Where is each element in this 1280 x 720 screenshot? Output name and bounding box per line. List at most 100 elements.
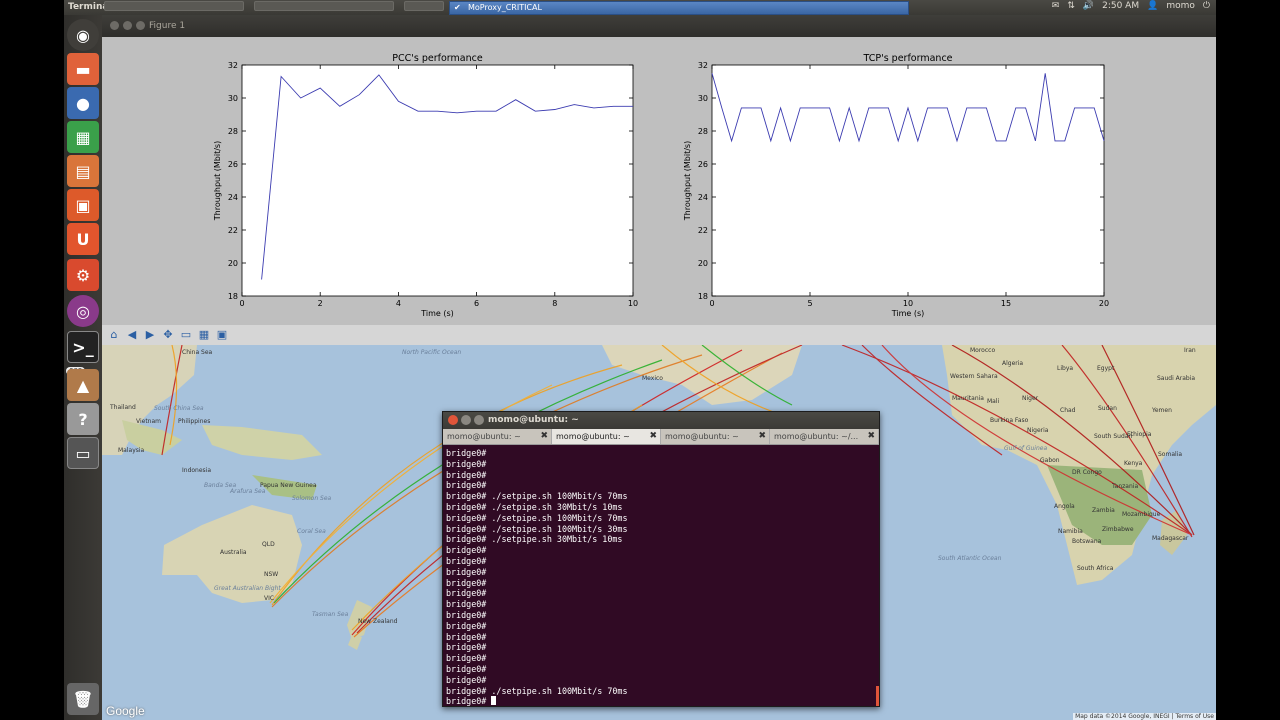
forward-icon[interactable]: ▶ — [143, 328, 157, 342]
back-icon[interactable]: ◀ — [125, 328, 139, 342]
close-icon[interactable] — [110, 21, 119, 30]
task-button[interactable] — [104, 1, 244, 11]
figure-title: Figure 1 — [149, 21, 186, 31]
disk-icon[interactable]: ◎ — [67, 295, 99, 327]
terminal-tab[interactable]: momo@ubuntu: ~/... ✖ — [770, 429, 879, 444]
x-tick-label: 15 — [1001, 299, 1011, 308]
map-label: Burkina Faso — [990, 417, 1029, 424]
x-axis-label: Time (s) — [420, 309, 454, 318]
terminal-output[interactable]: bridge0# bridge0# bridge0# bridge0# bridge0#… — [443, 446, 879, 706]
calc-icon[interactable]: ▦ — [67, 121, 99, 153]
y-tick-label: 22 — [698, 226, 708, 235]
help-icon[interactable]: ? — [67, 403, 99, 435]
terminal-line: bridge0# — [446, 480, 487, 491]
dash-icon[interactable]: ◉ — [67, 19, 99, 51]
ubuntu-one-icon[interactable]: U — [67, 223, 99, 255]
pan-icon[interactable]: ✥ — [161, 328, 175, 342]
y-tick-label: 22 — [228, 226, 238, 235]
close-tab-icon[interactable]: ✖ — [867, 431, 875, 441]
launcher: ◉ ▬ ● ▦ ▤ ▣ U ⚙ ◎ >_ 609 ▲ ? ▭ 🗑 — [64, 15, 102, 720]
task-button-active[interactable]: ✔ MoProxy_CRITICAL — [449, 1, 909, 15]
y-tick-label: 26 — [228, 160, 238, 169]
map-label: Gulf of Guinea — [1004, 445, 1048, 452]
window-icon: ✔ — [454, 3, 461, 12]
save-icon[interactable]: ▣ — [215, 328, 229, 342]
maximize-icon[interactable] — [136, 21, 145, 30]
y-tick-label: 32 — [698, 61, 708, 70]
task-button[interactable] — [404, 1, 444, 11]
mail-icon[interactable]: ✉ — [1052, 1, 1060, 11]
map-label: Western Sahara — [950, 373, 998, 380]
terms-link[interactable]: Terms of Use — [1176, 713, 1214, 720]
map-label: Tasman Sea — [312, 611, 349, 618]
impress-icon[interactable]: ▤ — [67, 155, 99, 187]
map-label: Mozambique — [1122, 511, 1161, 518]
terminal-tab-active[interactable]: momo@ubuntu: ~ ✖ — [552, 429, 661, 444]
user-name[interactable]: momo — [1166, 1, 1195, 11]
terminal-titlebar[interactable]: momo@ubuntu: ~ — [443, 412, 879, 429]
map-label: QLD — [262, 541, 275, 548]
minimize-icon[interactable] — [123, 21, 132, 30]
map-label: Morocco — [970, 347, 996, 354]
top-panel: Terminal ✔ MoProxy_CRITICAL ✉ ⇅ 🔊 2:50 A… — [64, 0, 1216, 15]
terminal-tab[interactable]: momo@ubuntu: ~ ✖ — [661, 429, 770, 444]
map-label: Egypt — [1097, 365, 1115, 372]
chart-title: TCP's performance — [862, 53, 952, 64]
volume-icon[interactable]: 🔊 — [1083, 1, 1094, 11]
terminal-window[interactable]: momo@ubuntu: ~ momo@ubuntu: ~ ✖ momo@ubun… — [442, 411, 880, 707]
user-icon: 👤 — [1147, 1, 1159, 11]
home-icon[interactable]: ⌂ — [107, 328, 121, 342]
x-tick-label: 10 — [903, 299, 913, 308]
map-label: Namibia — [1058, 528, 1083, 535]
map-label: Zambia — [1092, 507, 1115, 514]
chart-title: PCC's performance — [392, 53, 483, 64]
task-label: MoProxy_CRITICAL — [468, 3, 542, 12]
terminal-icon[interactable]: >_ — [67, 331, 99, 363]
map-label: Kenya — [1124, 460, 1143, 467]
terminal-tab[interactable]: momo@ubuntu: ~ ✖ — [443, 429, 552, 444]
y-axis-label: Throughput (Mbit/s) — [683, 141, 692, 221]
settings-icon[interactable]: ⚙ — [67, 259, 99, 291]
terminal-line: bridge0# — [446, 448, 487, 458]
files-icon[interactable]: ▬ — [67, 53, 99, 85]
close-tab-icon[interactable]: ✖ — [758, 431, 766, 441]
map-label: Mali — [987, 398, 1000, 405]
app-icon[interactable]: ▲ — [67, 369, 99, 401]
y-tick-label: 24 — [228, 193, 238, 202]
zoom-icon[interactable]: ▭ — [179, 328, 193, 342]
close-tab-icon[interactable]: ✖ — [649, 431, 657, 441]
y-tick-label: 30 — [228, 94, 238, 103]
maximize-icon[interactable] — [474, 415, 484, 425]
close-tab-icon[interactable]: ✖ — [540, 431, 548, 441]
google-logo[interactable]: Google — [106, 704, 145, 718]
map-label: NSW — [264, 571, 279, 578]
scrollbar[interactable] — [876, 686, 879, 706]
terminal-line: bridge0# — [446, 588, 487, 599]
terminal-line: bridge0# ./setpipe.sh 30Mbit/s 10ms — [446, 534, 623, 545]
map-attribution: Map data ©2014 Google, INEGI | Terms of … — [1073, 713, 1216, 720]
trash-icon[interactable]: 🗑 — [67, 683, 99, 715]
plots-svg: PCC's performance Time (s) Throughput (Mbi… — [213, 53, 1109, 318]
software-center-icon[interactable]: ▣ — [67, 189, 99, 221]
x-tick-label: 0 — [239, 299, 244, 308]
cursor — [491, 696, 497, 706]
map-label: Libya — [1057, 365, 1074, 372]
task-button[interactable] — [254, 1, 394, 11]
minimize-icon[interactable] — [461, 415, 471, 425]
terminal-tabs: momo@ubuntu: ~ ✖ momo@ubuntu: ~ ✖ momo@ubu… — [443, 429, 879, 445]
figure-toolbar: ⌂ ◀ ▶ ✥ ▭ ▦ ▣ — [102, 325, 1216, 345]
close-icon[interactable] — [448, 415, 458, 425]
y-tick-label: 20 — [698, 259, 708, 268]
firefox-icon[interactable]: ● — [67, 87, 99, 119]
terminal-line: bridge0# ./setpipe.sh 100Mbit/s 70ms — [446, 491, 628, 502]
y-tick-label: 30 — [698, 94, 708, 103]
map-label: North Pacific Ocean — [402, 349, 462, 356]
plot-area — [241, 64, 634, 297]
map-label: Ethiopia — [1127, 431, 1152, 438]
clock[interactable]: 2:50 AM — [1102, 1, 1139, 11]
terminal-line: bridge0# — [446, 469, 487, 480]
subplots-icon[interactable]: ▦ — [197, 328, 211, 342]
workspace-icon[interactable]: ▭ — [67, 437, 99, 469]
power-icon[interactable]: ⏻ — [1203, 1, 1210, 11]
network-icon[interactable]: ⇅ — [1067, 1, 1075, 11]
